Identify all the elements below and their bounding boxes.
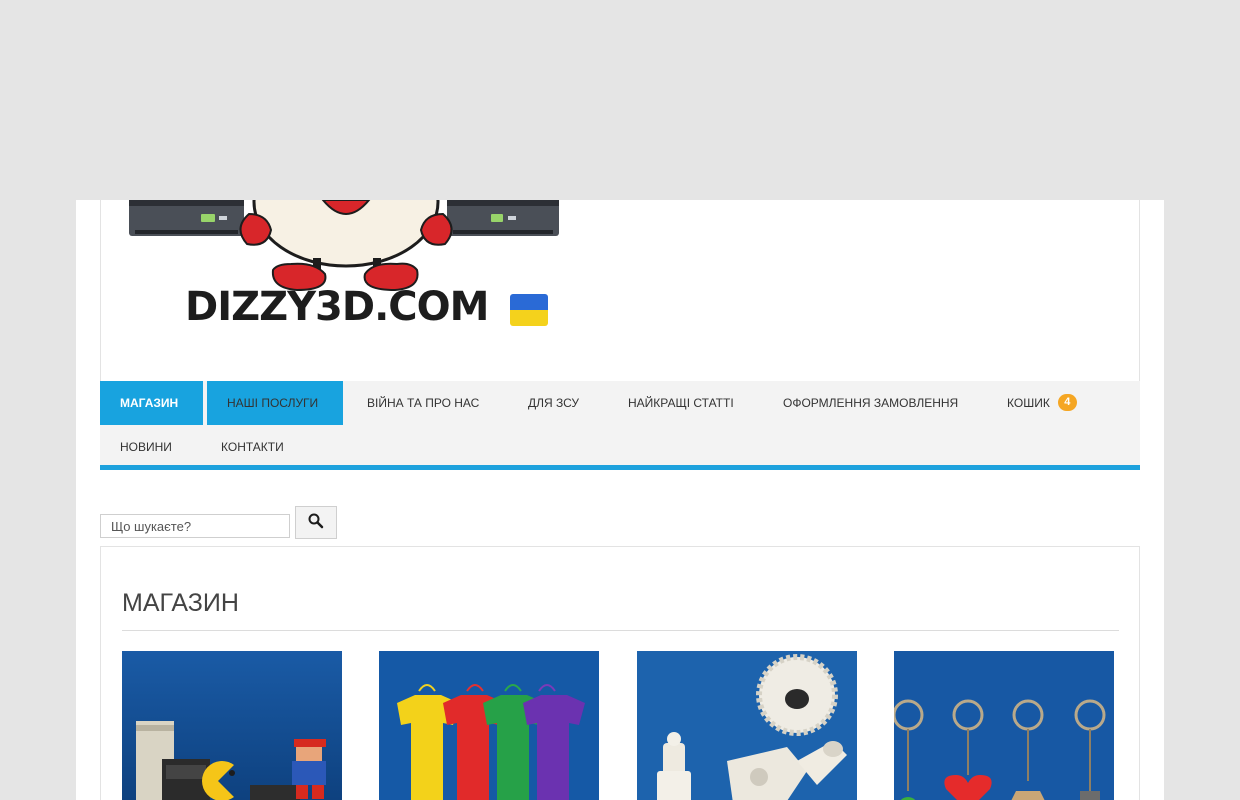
main-navigation: МАГАЗИН НАШІ ПОСЛУГИ ВІЙНА ТА ПРО НАС ДЛ… xyxy=(100,381,1140,470)
nav-label: НАЙКРАЩІ СТАТТІ xyxy=(628,396,734,410)
nav-label: НОВИНИ xyxy=(120,440,172,454)
cart-count-badge: 4 xyxy=(1057,394,1077,412)
nav-item-for-army[interactable]: ДЛЯ ЗСУ xyxy=(528,381,579,425)
nav-item-services[interactable]: НАШІ ПОСЛУГИ xyxy=(207,381,343,425)
site-header: DIZZY3D.COM xyxy=(100,200,1140,381)
page-wrapper: DIZZY3D.COM МАГАЗИН НАШІ ПОСЛУГИ ВІЙНА Т… xyxy=(76,200,1164,800)
search-form xyxy=(100,506,340,540)
search-icon xyxy=(308,513,324,529)
product-image-3d-parts[interactable] xyxy=(637,651,857,800)
nav-item-war-about[interactable]: ВІЙНА ТА ПРО НАС xyxy=(367,381,479,425)
product-image-tshirts[interactable] xyxy=(379,651,599,800)
logo-text: DIZZY3D.COM xyxy=(185,284,489,330)
nav-label: ВІЙНА ТА ПРО НАС xyxy=(367,396,480,410)
nav-item-shop[interactable]: МАГАЗИН xyxy=(100,381,203,425)
product-image-retro-games[interactable] xyxy=(122,651,342,800)
nav-label: МАГАЗИН xyxy=(120,396,179,410)
nav-label: КОШИК xyxy=(1007,396,1050,410)
search-button[interactable] xyxy=(295,506,337,539)
title-divider xyxy=(122,630,1119,631)
nav-label: ОФОРМЛЕННЯ ЗАМОВЛЕННЯ xyxy=(783,396,959,410)
page-title: МАГАЗИН xyxy=(122,589,239,617)
nav-item-best-articles[interactable]: НАЙКРАЩІ СТАТТІ xyxy=(628,381,734,425)
ukraine-flag-icon xyxy=(510,294,548,326)
nav-item-news[interactable]: НОВИНИ xyxy=(120,425,172,469)
nav-item-contacts[interactable]: КОНТАКТИ xyxy=(221,425,284,469)
nav-item-cart[interactable]: КОШИК 4 xyxy=(1007,381,1077,425)
shop-content: МАГАЗИН xyxy=(100,546,1140,800)
nav-label: НАШІ ПОСЛУГИ xyxy=(227,396,319,410)
search-input[interactable] xyxy=(100,514,290,538)
nav-label: КОНТАКТИ xyxy=(221,440,284,454)
nav-item-checkout[interactable]: ОФОРМЛЕННЯ ЗАМОВЛЕННЯ xyxy=(783,381,958,425)
product-image-keychains[interactable] xyxy=(894,651,1114,800)
nav-label: ДЛЯ ЗСУ xyxy=(528,396,580,410)
